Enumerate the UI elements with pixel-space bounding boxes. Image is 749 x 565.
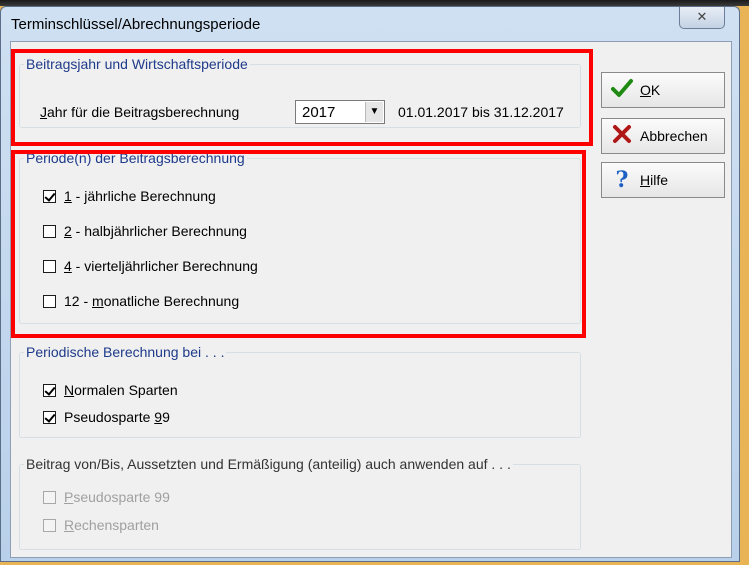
period-halfyearly-label: 2 - halbjährlicher Berechnung — [64, 223, 247, 239]
period-monthly-checkbox[interactable] — [43, 294, 56, 308]
apply-rechen-checkbox[interactable] — [43, 518, 56, 532]
dialog-client-area: Beitragsjahr und Wirtschaftsperiode Jahr… — [10, 41, 732, 558]
group-periodic-legend: Periodische Berechnung bei . . . — [26, 344, 225, 360]
dialog-window: Terminschlüssel/Abrechnungsperiode ✕ Bei… — [0, 6, 740, 562]
periodic-normal-checkbox[interactable] — [43, 383, 56, 397]
group-apply-legend: Beitrag von/Bis, Aussetzten und Ermäßigu… — [26, 456, 511, 472]
apply-pseudo-label: Pseudosparte 99 — [64, 489, 170, 505]
period-option-yearly[interactable]: 1 - jährliche Berechnung — [43, 188, 216, 204]
year-field-label: Jahr für die Beitragsberechnung — [40, 104, 240, 120]
help-button[interactable]: ? Hilfe — [601, 162, 725, 198]
year-select[interactable]: 2017 ▼ — [295, 100, 385, 124]
help-button-label: Hilfe — [640, 172, 669, 188]
title-bar[interactable]: Terminschlüssel/Abrechnungsperiode ✕ — [1, 7, 739, 41]
period-option-quarterly[interactable]: 4 - vierteljährlicher Berechnung — [43, 258, 258, 274]
question-icon: ? — [615, 167, 629, 193]
period-quarterly-checkbox[interactable] — [43, 259, 56, 273]
close-button[interactable]: ✕ — [679, 7, 725, 29]
year-select-value: 2017 — [302, 104, 336, 121]
periodic-pseudo-label: Pseudosparte 99 — [64, 409, 170, 425]
check-icon — [610, 78, 634, 102]
apply-option-pseudo[interactable]: Pseudosparte 99 — [43, 489, 170, 505]
apply-option-rechen[interactable]: Rechensparten — [43, 517, 159, 533]
period-yearly-label: 1 - jährliche Berechnung — [64, 188, 216, 204]
chevron-down-icon[interactable]: ▼ — [365, 102, 383, 122]
cross-icon — [610, 124, 634, 148]
ok-button-label: OK — [640, 82, 661, 98]
periodic-normal-label: Normalen Sparten — [64, 382, 178, 398]
periodic-option-normal[interactable]: Normalen Sparten — [43, 382, 178, 398]
period-halfyearly-checkbox[interactable] — [43, 224, 56, 238]
window-title: Terminschlüssel/Abrechnungsperiode — [11, 16, 261, 33]
group-periods-legend: Periode(n) der Beitragsberechnung — [26, 150, 245, 166]
apply-pseudo-checkbox[interactable] — [43, 490, 56, 504]
period-option-monthly[interactable]: 12 - monatliche Berechnung — [43, 293, 239, 309]
ok-button[interactable]: OK — [601, 72, 725, 108]
period-option-halfyearly[interactable]: 2 - halbjährlicher Berechnung — [43, 223, 247, 239]
date-range-text: 01.01.2017 bis 31.12.2017 — [398, 104, 564, 120]
period-monthly-label: 12 - monatliche Berechnung — [64, 293, 240, 309]
close-icon: ✕ — [696, 9, 708, 24]
group-fiscal-year-legend: Beitragsjahr und Wirtschaftsperiode — [26, 56, 248, 72]
periodic-pseudo-checkbox[interactable] — [43, 410, 56, 424]
cancel-button[interactable]: Abbrechen — [601, 118, 725, 154]
period-yearly-checkbox[interactable] — [43, 189, 56, 203]
cancel-button-label: Abbrechen — [640, 128, 708, 144]
period-quarterly-label: 4 - vierteljährlicher Berechnung — [64, 258, 258, 274]
periodic-option-pseudo[interactable]: Pseudosparte 99 — [43, 409, 170, 425]
apply-rechen-label: Rechensparten — [64, 517, 159, 533]
